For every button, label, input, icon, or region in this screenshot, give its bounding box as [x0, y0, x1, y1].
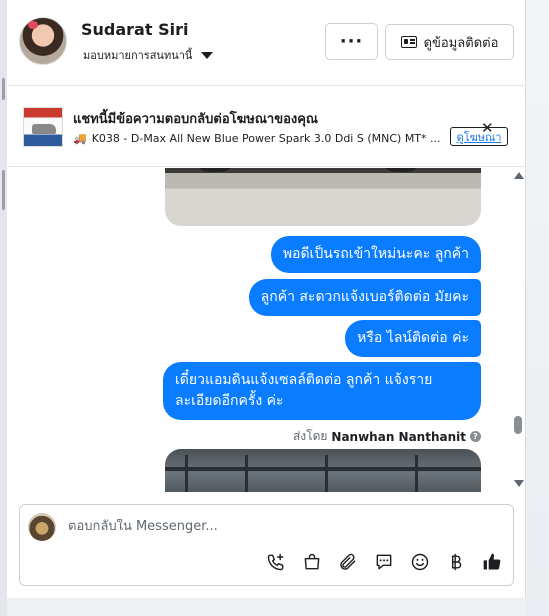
baht-icon[interactable] [445, 551, 467, 573]
image-attachment[interactable] [165, 449, 481, 492]
message-composer [19, 504, 514, 586]
bag-icon[interactable] [301, 551, 323, 573]
conversation-header: Sudarat Siri มอบหมายการสนทนานี้ ··· ดูข้… [7, 0, 526, 86]
ad-banner-subtitle: 🚚 K038 - D-Max All New Blue Power Spark … [73, 132, 449, 145]
help-icon[interactable]: ? [470, 431, 481, 442]
view-ad-button[interactable]: ดูโฆษณา [450, 127, 508, 146]
sent-by-prefix: ส่งโดย [292, 429, 328, 443]
message-bubble[interactable]: พอดีเป็นรถเข้าใหม่นะคะ ลูกค้า [270, 236, 481, 273]
resize-handle-secondary[interactable] [2, 170, 5, 210]
thread-scrollbar[interactable] [512, 170, 524, 492]
message-bubble[interactable]: เดี๋ยวแอมดินแจ้งเซลล์ติดต่อ ลูกค้า แจ้งร… [163, 362, 481, 420]
assign-conversation-dropdown[interactable]: มอบหมายการสนทนานี้ [83, 46, 214, 64]
conversation-panel: Sudarat Siri มอบหมายการสนทนานี้ ··· ดูข้… [7, 0, 526, 598]
emoji-icon[interactable] [409, 551, 431, 573]
view-contact-button[interactable]: ดูข้อมูลติดต่อ [385, 24, 514, 60]
paperclip-icon[interactable] [337, 551, 359, 573]
sent-by-name: Nanwhan Nanthanit [331, 429, 466, 444]
ad-reply-banner: แชทนี้มีข้อความตอบกลับต่อโฆษณาของคุณ 🚚 K… [7, 87, 526, 167]
scroll-down-arrow-icon[interactable] [514, 480, 524, 487]
ad-thumbnail[interactable] [23, 107, 63, 147]
contact-name[interactable]: Sudarat Siri [81, 20, 188, 39]
truck-icon: 🚚 [73, 132, 87, 145]
view-contact-label: ดูข้อมูลติดต่อ [423, 35, 499, 51]
message-bubble[interactable]: หรือ ไลน์ติดต่อ ค่ะ [345, 320, 481, 357]
composer-toolbar [265, 551, 503, 573]
page-avatar [28, 513, 56, 541]
more-options-button[interactable]: ··· [325, 23, 378, 60]
scroll-up-arrow-icon[interactable] [514, 172, 524, 179]
saved-replies-icon[interactable] [373, 551, 395, 573]
avatar[interactable] [19, 17, 67, 65]
left-edge [0, 0, 7, 616]
caret-down-icon [201, 51, 214, 59]
resize-handle[interactable] [2, 78, 5, 100]
scroll-thumb[interactable] [514, 416, 522, 434]
message-bubble[interactable]: ลูกค้า สะดวกแจ้งเบอร์ติดต่อ มัยคะ [248, 279, 481, 316]
like-icon[interactable] [481, 551, 503, 573]
image-attachment[interactable] [165, 168, 481, 226]
message-thread[interactable]: พอดีเป็นรถเข้าใหม่นะคะ ลูกค้า ลูกค้า สะด… [7, 168, 526, 492]
sent-by-line: ส่งโดย Nanwhan Nanthanit ? [293, 427, 481, 446]
ad-banner-title: แชทนี้มีข้อความตอบกลับต่อโฆษณาของคุณ [73, 112, 318, 127]
reply-input[interactable] [68, 519, 488, 534]
contact-card-icon [400, 36, 417, 48]
assign-label: มอบหมายการสนทนานี้ [83, 49, 193, 62]
right-background [527, 0, 549, 616]
ad-subtitle-text: K038 - D-Max All New Blue Power Spark 3.… [91, 132, 441, 145]
call-add-icon[interactable] [265, 551, 287, 573]
